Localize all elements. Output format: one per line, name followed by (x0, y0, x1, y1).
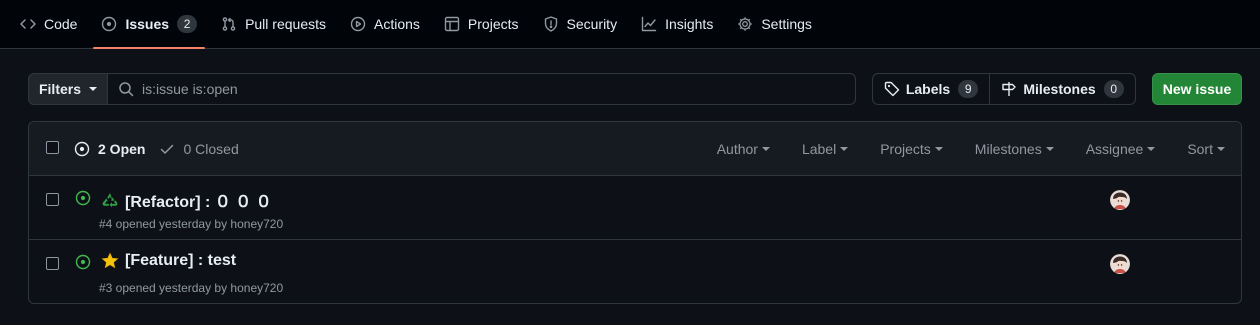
milestones-filter[interactable]: Milestones (959, 141, 1070, 157)
tab-projects[interactable]: Projects (436, 0, 527, 48)
tab-pull-requests[interactable]: Pull requests (213, 0, 334, 48)
issue-title: [Refactor] : ０ ０ ０ (125, 194, 272, 211)
filter-group: Filters (28, 73, 856, 105)
check-icon (161, 144, 174, 154)
tab-label: Settings (761, 16, 812, 32)
issue-opened-icon (101, 16, 117, 32)
caret-down-icon (1045, 147, 1054, 151)
caret-down-icon (840, 147, 849, 151)
issues-subnav: Filters Labels 9 Milestones 0 New issue (28, 73, 1242, 105)
labels-count-badge: 9 (958, 80, 979, 98)
filter-label: Author (716, 141, 758, 157)
filter-label: Label (801, 141, 837, 157)
tab-settings[interactable]: Settings (729, 0, 820, 48)
label-filter[interactable]: Label (786, 141, 864, 157)
caret-down-icon (1217, 147, 1225, 151)
open-issues-label: 2 Open (98, 141, 146, 157)
filters-dropdown-button[interactable]: Filters (28, 73, 108, 105)
assignee-avatar[interactable] (1110, 190, 1130, 210)
tab-issues[interactable]: Issues 2 (93, 0, 205, 49)
tag-icon (884, 81, 902, 97)
open-issues-link[interactable]: 2 Open (74, 141, 145, 157)
shield-icon (543, 16, 559, 32)
projects-filter[interactable]: Projects (864, 141, 959, 157)
labels-milestones-group: Labels 9 Milestones 0 (872, 73, 1136, 105)
issue-opened-icon (74, 141, 90, 157)
labels-label: Labels (905, 81, 951, 97)
filter-label: Projects (880, 141, 931, 157)
filter-label: Assignee (1085, 141, 1144, 157)
gear-icon (737, 16, 753, 32)
tab-label: Projects (467, 16, 519, 32)
recycle-icon (101, 191, 119, 209)
issue-search-input[interactable] (142, 81, 855, 97)
caret-down-icon (89, 87, 97, 91)
issues-list-header: 2 Open 0 Closed Author Label Projects Mi… (29, 122, 1241, 176)
assignee-filter[interactable]: Assignee (1070, 141, 1172, 157)
tab-label: Actions (374, 16, 420, 32)
issue-meta: #4 opened yesterday by honey720 (99, 217, 284, 231)
star-icon (101, 252, 119, 270)
issue-select-checkbox[interactable] (46, 193, 59, 206)
tab-actions[interactable]: Actions (342, 0, 428, 48)
sort-filter[interactable]: Sort (1171, 141, 1241, 157)
assignee-avatar[interactable] (1110, 254, 1130, 274)
issue-title-link[interactable]: [Refactor] : ０ ０ ０ (101, 188, 272, 212)
issue-row: [Refactor] : ０ ０ ０ #4 opened yesterday b… (29, 176, 1241, 240)
git-pull-request-icon (221, 16, 237, 32)
issue-search-box (108, 73, 856, 105)
tab-label: Security (566, 16, 618, 32)
closed-issues-label: 0 Closed (183, 141, 239, 157)
caret-down-icon (934, 147, 943, 151)
caret-down-icon (1147, 147, 1156, 151)
caret-down-icon (761, 147, 770, 151)
tab-label: Issues (125, 16, 170, 32)
issue-row: [Feature] : test #3 opened yesterday by … (29, 240, 1241, 303)
new-issue-button[interactable]: New issue (1152, 73, 1242, 105)
issue-title-link[interactable]: [Feature] : test (101, 252, 236, 270)
tab-insights[interactable]: Insights (633, 0, 721, 48)
filter-label: Milestones (974, 141, 1042, 157)
milestones-count-badge: 0 (1103, 80, 1124, 98)
filters-label: Filters (38, 81, 81, 97)
labels-button[interactable]: Labels 9 (873, 74, 990, 104)
issue-meta: #3 opened yesterday by honey720 (99, 281, 284, 295)
issues-list-box: 2 Open 0 Closed Author Label Projects Mi… (28, 121, 1242, 304)
tab-label: Code (44, 16, 78, 32)
issue-opened-icon (75, 254, 91, 270)
milestone-icon (1001, 81, 1019, 97)
issue-state-toggle: 2 Open 0 Closed (74, 122, 253, 176)
milestones-button[interactable]: Milestones 0 (990, 74, 1135, 104)
play-icon (350, 16, 366, 32)
issue-opened-icon (75, 190, 91, 206)
tab-code[interactable]: Code (12, 0, 85, 48)
graph-icon (641, 16, 657, 32)
tab-label: Pull requests (245, 16, 326, 32)
issue-select-checkbox[interactable] (46, 257, 59, 270)
closed-issues-link[interactable]: 0 Closed (159, 141, 239, 157)
tab-label: Insights (665, 16, 714, 32)
issues-count-badge: 2 (177, 15, 198, 33)
table-icon (444, 16, 460, 32)
filter-label: Sort (1187, 141, 1213, 157)
select-all-checkbox[interactable] (46, 141, 59, 154)
code-icon (20, 16, 36, 32)
author-filter[interactable]: Author (701, 141, 786, 157)
repo-nav: Code Issues 2 Pull requests Actions Proj… (0, 0, 1260, 49)
tab-security[interactable]: Security (535, 0, 626, 48)
issue-filter-menus: Author Label Projects Milestones Assigne… (701, 122, 1241, 176)
search-icon (118, 81, 142, 97)
issue-title: [Feature] : test (125, 252, 237, 269)
milestones-label: Milestones (1023, 81, 1096, 97)
